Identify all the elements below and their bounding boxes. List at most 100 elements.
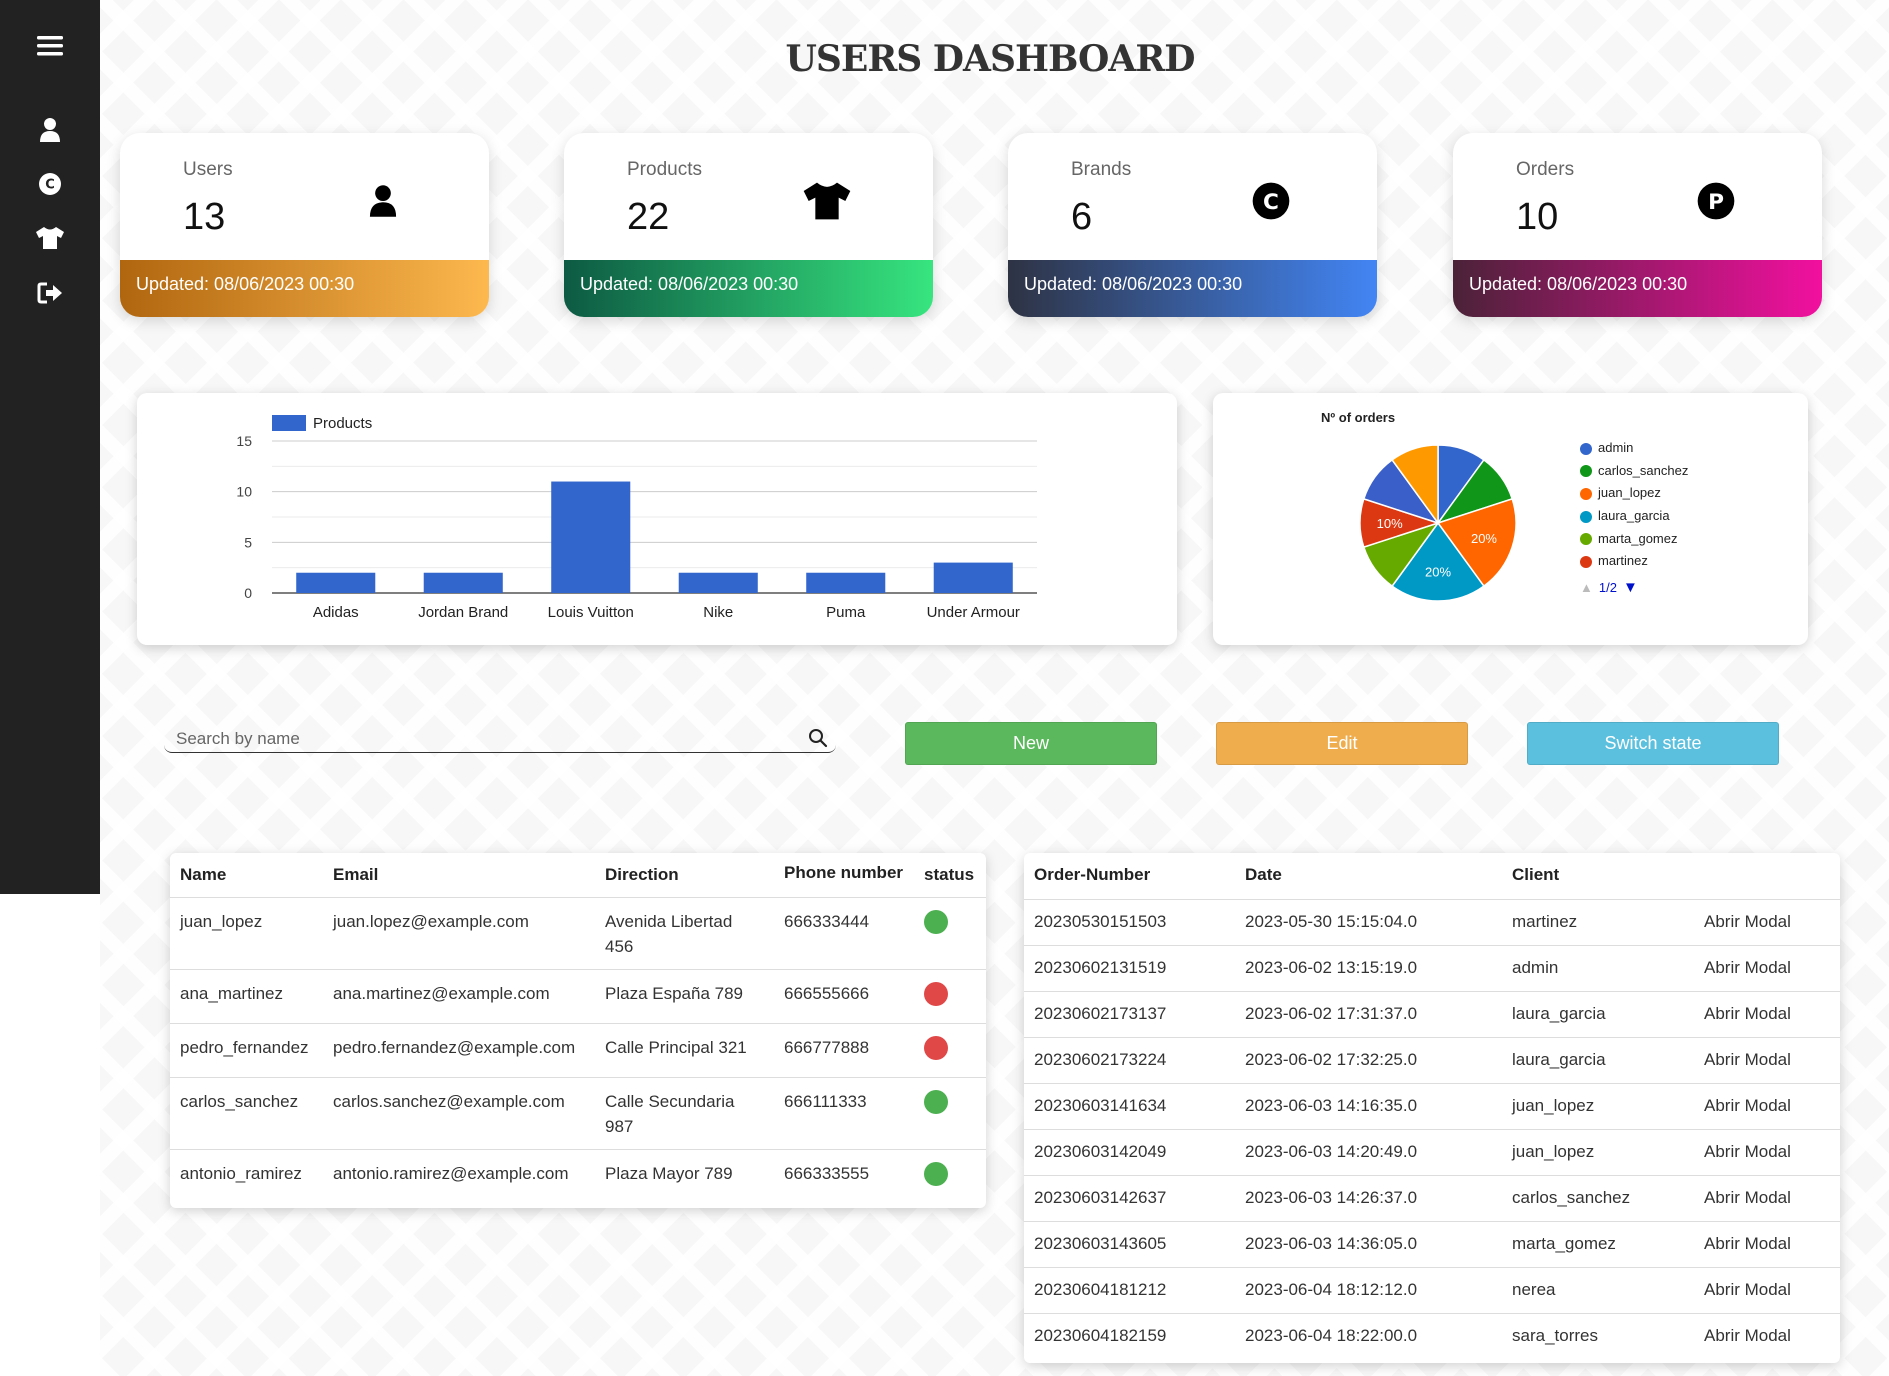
user-direction-cell: Plaza Mayor 789 <box>595 1149 774 1203</box>
legend-item[interactable]: carlos_sanchez <box>1580 460 1688 483</box>
legend-page-label: 1/2 <box>1598 580 1617 595</box>
bar-chart: 0 5 10 15 Adidas Jordan Brand Louis Vuitton Nik… <box>236 415 1037 621</box>
open-modal-link[interactable]: Abrir Modal <box>1694 1037 1840 1084</box>
table-row[interactable]: carlos_sanchez carlos.sanchez@example.com… <box>170 1077 986 1150</box>
order-client-cell: martinez <box>1502 899 1694 946</box>
table-row[interactable]: 20230603142049 2023-06-03 14:20:49.0 juan_… <box>1024 1129 1840 1176</box>
pie-slice-label: 20% <box>1471 531 1497 546</box>
status-indicator[interactable] <box>924 1162 948 1186</box>
user-phone-cell: 666333444 <box>774 897 914 970</box>
copyright-icon: C <box>1245 175 1297 227</box>
card-updated: Updated: 08/06/2023 00:30 <box>120 260 489 317</box>
edit-button[interactable]: Edit <box>1216 722 1468 765</box>
order-client-cell: laura_garcia <box>1502 1037 1694 1084</box>
card-label: Brands <box>1071 159 1132 180</box>
open-modal-link[interactable]: Abrir Modal <box>1694 1129 1840 1176</box>
table-row[interactable]: 20230603141634 2023-06-03 14:16:35.0 juan_… <box>1024 1083 1840 1130</box>
x-tick-label: Adidas <box>313 604 359 621</box>
pie-slice-label: 10% <box>1377 516 1403 531</box>
open-modal-link[interactable]: Abrir Modal <box>1694 945 1840 992</box>
column-header[interactable]: Phone number <box>774 853 914 898</box>
status-indicator[interactable] <box>924 1090 948 1114</box>
card-label: Products <box>627 159 702 180</box>
user-email-cell: carlos.sanchez@example.com <box>323 1077 595 1150</box>
open-modal-link[interactable]: Abrir Modal <box>1694 1083 1840 1130</box>
sidebar: C <box>0 0 100 894</box>
table-row[interactable]: 20230602173137 2023-06-02 17:31:37.0 laura… <box>1024 991 1840 1038</box>
card-value: 10 <box>1516 196 1559 238</box>
user-email-cell: pedro.fernandez@example.com <box>323 1023 595 1078</box>
column-header[interactable]: Direction <box>595 853 774 898</box>
column-header[interactable]: status <box>914 853 986 898</box>
legend-swatch <box>1580 533 1592 546</box>
search-bar <box>164 727 836 753</box>
card-value: 6 <box>1071 196 1093 238</box>
y-tick-label: 0 <box>244 585 252 601</box>
status-cell <box>914 1149 986 1203</box>
card-value: 22 <box>627 196 670 238</box>
order-number-cell: 20230604181212 <box>1024 1267 1235 1314</box>
legend-label: admin <box>1598 440 1634 455</box>
svg-text:P: P <box>1708 190 1724 215</box>
orders-table-header: Order-Number Date Client <box>1024 853 1840 900</box>
y-tick-label: 15 <box>236 433 252 449</box>
users-table-header: Name Email Direction Phone number status <box>170 853 986 898</box>
logout-icon[interactable] <box>30 273 70 313</box>
order-number-cell: 20230602131519 <box>1024 945 1235 992</box>
new-button[interactable]: New <box>905 722 1157 765</box>
legend-item[interactable]: marta_gomez <box>1580 528 1688 551</box>
switch-state-button[interactable]: Switch state <box>1527 722 1779 765</box>
user-icon[interactable] <box>30 110 70 150</box>
legend-item[interactable]: martinez <box>1580 550 1688 573</box>
table-row[interactable]: 20230604181212 2023-06-04 18:12:12.0 nerea… <box>1024 1267 1840 1314</box>
order-client-cell: juan_lopez <box>1502 1129 1694 1176</box>
status-indicator[interactable] <box>924 1036 948 1060</box>
order-number-cell: 20230602173224 <box>1024 1037 1235 1084</box>
legend-label: laura_garcia <box>1598 508 1670 524</box>
table-row[interactable]: 20230602173224 2023-06-02 17:32:25.0 laura… <box>1024 1037 1840 1084</box>
tshirt-icon[interactable] <box>30 218 70 258</box>
search-icon[interactable] <box>808 728 828 753</box>
order-number-cell: 20230604182159 <box>1024 1313 1235 1360</box>
order-date-cell: 2023-06-03 14:36:05.0 <box>1235 1221 1502 1268</box>
column-header[interactable]: Email <box>323 853 595 898</box>
legend-item[interactable]: laura_garcia <box>1580 505 1688 528</box>
legend-item[interactable]: juan_lopez <box>1580 482 1688 505</box>
table-row[interactable]: ana_martinez ana.martinez@example.com Plaz… <box>170 969 986 1024</box>
legend-next-icon[interactable]: ▼ <box>1623 579 1638 596</box>
table-row[interactable]: 20230603142637 2023-06-03 14:26:37.0 carlo… <box>1024 1175 1840 1222</box>
order-date-cell: 2023-06-02 17:31:37.0 <box>1235 991 1502 1038</box>
table-row[interactable]: 20230603143605 2023-06-03 14:36:05.0 marta… <box>1024 1221 1840 1268</box>
legend-swatch <box>1580 442 1592 455</box>
table-row[interactable]: pedro_fernandez pedro.fernandez@example.c… <box>170 1023 986 1078</box>
order-number-cell: 20230530151503 <box>1024 899 1235 946</box>
column-header[interactable]: Client <box>1502 853 1694 900</box>
column-header[interactable]: Date <box>1235 853 1502 900</box>
open-modal-link[interactable]: Abrir Modal <box>1694 1175 1840 1222</box>
status-indicator[interactable] <box>924 910 948 934</box>
open-modal-link[interactable]: Abrir Modal <box>1694 1267 1840 1314</box>
card-orders: Orders 10 P Updated: 08/06/2023 00:30 <box>1453 133 1822 317</box>
table-row[interactable]: 20230604182159 2023-06-04 18:22:00.0 sara_… <box>1024 1313 1840 1360</box>
table-row[interactable]: 20230602131519 2023-06-02 13:15:19.0 admin… <box>1024 945 1840 992</box>
search-input[interactable] <box>164 727 784 751</box>
orders-table-panel: Order-Number Date Client 20230530151503 2… <box>1024 853 1840 1363</box>
pie-chart: 20% 20% 10% <box>1359 444 1517 602</box>
status-indicator[interactable] <box>924 982 948 1006</box>
open-modal-link[interactable]: Abrir Modal <box>1694 899 1840 946</box>
open-modal-link[interactable]: Abrir Modal <box>1694 1221 1840 1268</box>
column-header[interactable]: Name <box>170 853 323 898</box>
pie-slice-label: 20% <box>1425 564 1451 579</box>
user-email-cell: juan.lopez@example.com <box>323 897 595 970</box>
copyright-icon[interactable]: C <box>30 164 70 204</box>
open-modal-link[interactable]: Abrir Modal <box>1694 991 1840 1038</box>
legend-item[interactable]: admin <box>1580 437 1688 460</box>
order-client-cell: nerea <box>1502 1267 1694 1314</box>
order-client-cell: marta_gomez <box>1502 1221 1694 1268</box>
legend-prev-icon[interactable]: ▲ <box>1580 580 1593 595</box>
table-row[interactable]: 20230530151503 2023-05-30 15:15:04.0 marti… <box>1024 899 1840 946</box>
table-row[interactable]: antonio_ramirez antonio.ramirez@example.c… <box>170 1149 986 1203</box>
column-header[interactable]: Order-Number <box>1024 853 1235 900</box>
table-row[interactable]: juan_lopez juan.lopez@example.com Avenida … <box>170 897 986 970</box>
open-modal-link[interactable]: Abrir Modal <box>1694 1313 1840 1360</box>
